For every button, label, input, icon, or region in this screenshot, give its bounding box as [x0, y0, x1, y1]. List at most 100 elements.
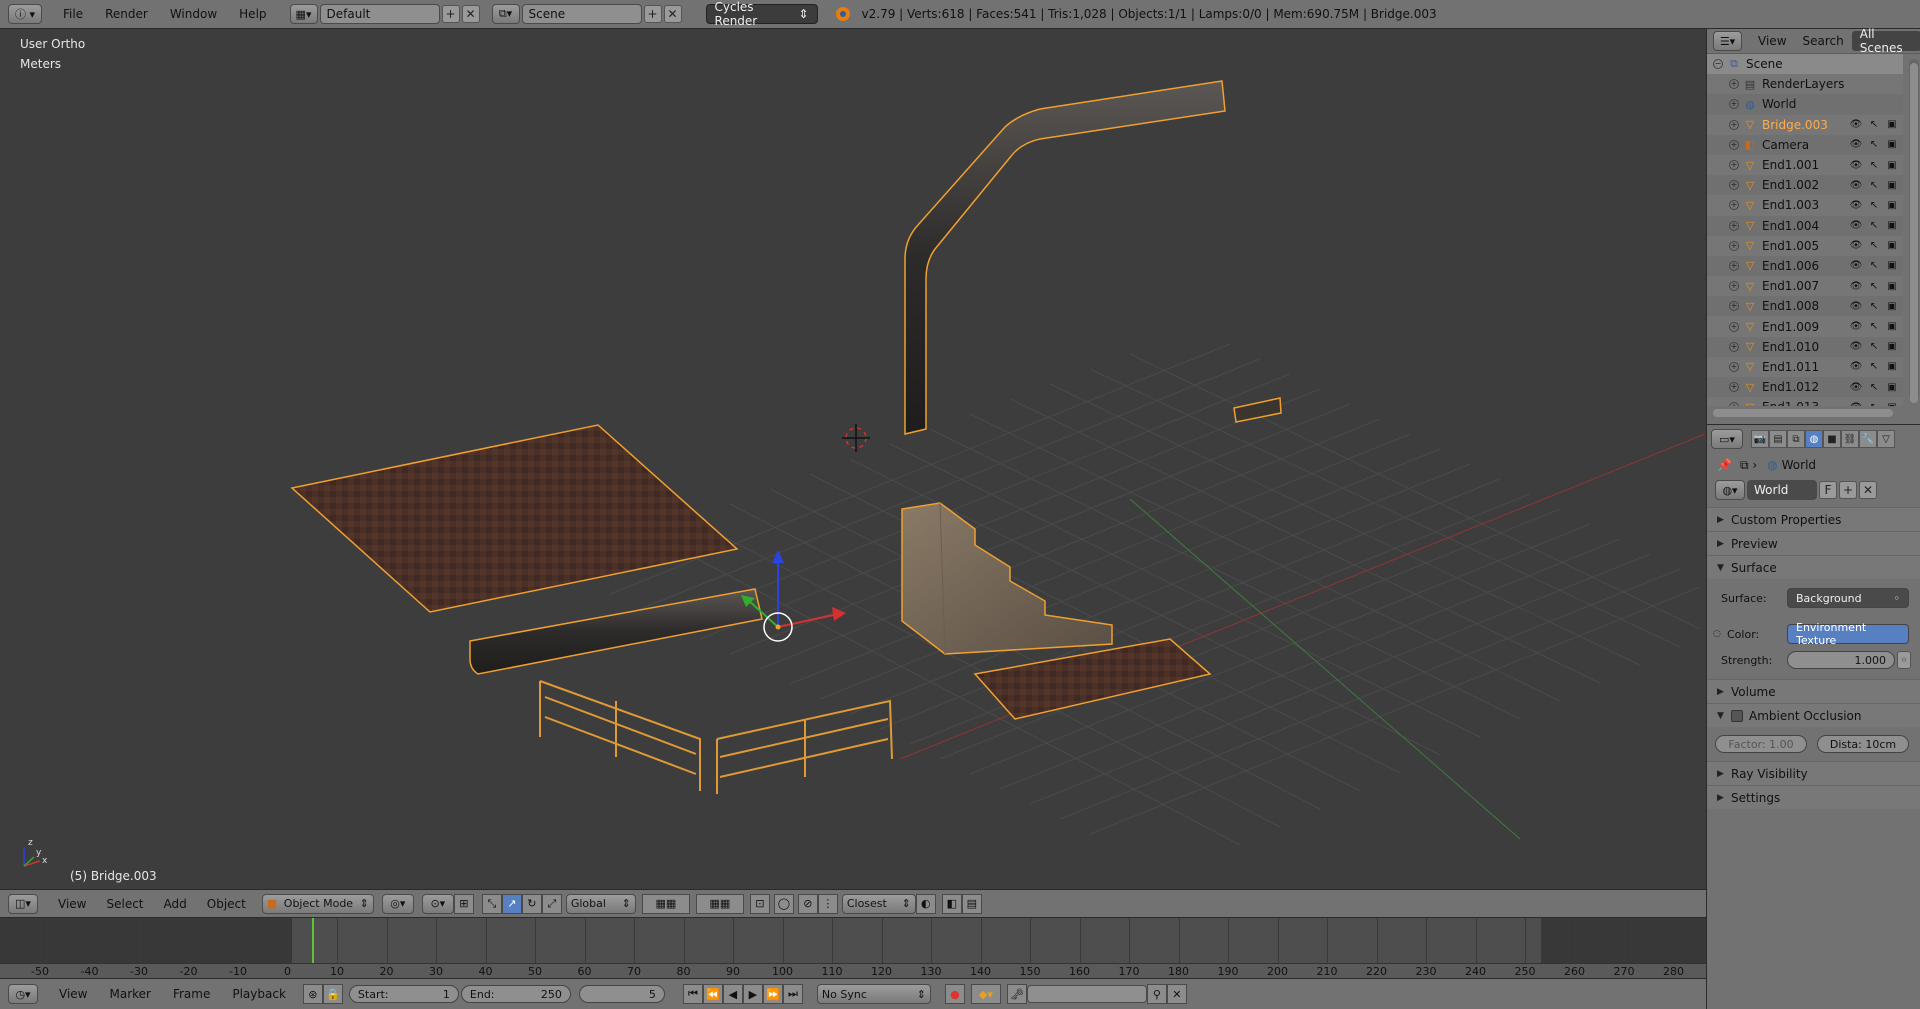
constraints-context-icon[interactable]: ⛓ [1841, 430, 1859, 448]
unlink-world-icon[interactable]: ✕ [1859, 481, 1877, 499]
eye-icon[interactable]: 👁 [1849, 321, 1863, 332]
world-context-icon[interactable]: ◍ [1805, 430, 1823, 448]
panel-preview[interactable]: ▶ Preview [1707, 531, 1920, 555]
menu-window[interactable]: Window [159, 7, 228, 21]
expand-toggle-icon[interactable]: + [1729, 301, 1739, 312]
insert-keyframe-icon[interactable]: ⚲ [1146, 984, 1167, 1004]
eye-icon[interactable]: 👁 [1849, 341, 1863, 352]
panel-surface[interactable]: ▼ Surface [1707, 555, 1920, 579]
menu-tl-view[interactable]: View [48, 987, 98, 1001]
outliner-item[interactable]: + ▽ End1.012 👁 ↖ ▣ [1707, 377, 1903, 398]
timeline-ruler[interactable]: -50 -40 -30 -20 -10 0 10 20 30 40 50 60 70 80 90 100 110… [0, 963, 1706, 978]
layout-icon[interactable]: ▦▾ [289, 4, 318, 24]
render-toggle-icon[interactable]: ▣ [1885, 382, 1899, 393]
menu-file[interactable]: File [52, 7, 94, 21]
panel-settings[interactable]: ▶ Settings [1707, 785, 1920, 809]
render-toggle-icon[interactable]: ▣ [1885, 341, 1899, 352]
ao-distance-slider[interactable]: Dista: 10cm [1817, 735, 1909, 753]
lock-range-icon[interactable]: 🔒 [322, 984, 343, 1004]
menu-frame[interactable]: Frame [162, 987, 221, 1001]
sync-dropdown[interactable]: No Sync ⇕ [816, 984, 931, 1004]
render-context-icon[interactable]: 📷 [1751, 430, 1769, 448]
outliner-item[interactable]: + ▽ End1.007 👁 ↖ ▣ [1707, 276, 1903, 297]
timeline[interactable]: -50 -40 -30 -20 -10 0 10 20 30 40 50 60 70 80 90 100 110… [0, 917, 1706, 978]
snap-align-icon[interactable]: ◐ [915, 893, 936, 914]
keyframe-type-icon[interactable]: ◆▾ [970, 984, 1001, 1004]
outliner-item[interactable]: + ▽ End1.008 👁 ↖ ▣ [1707, 296, 1903, 317]
render-toggle-icon[interactable]: ▣ [1885, 160, 1899, 171]
remove-layout-icon[interactable]: ✕ [461, 5, 480, 23]
expand-toggle-icon[interactable]: + [1729, 119, 1739, 130]
editor-type-outliner-button[interactable]: ☰▾ [1713, 31, 1743, 51]
scene-context-icon[interactable]: ⧉ [1787, 430, 1805, 448]
orientation-dropdown[interactable]: Global ⇕ [565, 893, 636, 914]
lock-camera-icon[interactable]: ⊡ [749, 893, 770, 914]
world-browse-button[interactable]: ◍▾ [1715, 480, 1745, 500]
scene-icon[interactable]: ⧉▾ [491, 4, 520, 24]
manipulator-toggle[interactable]: ⊞ [453, 893, 474, 914]
render-toggle-icon[interactable]: ▣ [1885, 200, 1899, 211]
render-anim-icon[interactable]: ▤ [961, 893, 982, 914]
cursor-select-icon[interactable]: ↖ [1867, 321, 1881, 332]
object-context-icon[interactable]: ■ [1823, 430, 1841, 448]
current-frame-field[interactable]: 5 [578, 985, 665, 1003]
outliner-display-mode[interactable]: All Scenes [1851, 27, 1920, 55]
expand-toggle-icon[interactable]: + [1729, 321, 1739, 332]
menu-add[interactable]: Add [154, 897, 197, 911]
outliner-item[interactable]: + ▽ Bridge.003 👁 ↖ ▣ [1707, 114, 1903, 135]
render-toggle-icon[interactable]: ▣ [1885, 240, 1899, 251]
strength-slider[interactable]: 1.000 [1787, 651, 1895, 669]
expand-toggle-icon[interactable]: + [1729, 200, 1739, 211]
jump-end-icon[interactable]: ⏭ [782, 984, 803, 1004]
eye-icon[interactable]: 👁 [1849, 240, 1863, 251]
expand-toggle-icon[interactable]: + [1729, 382, 1739, 393]
properties-editor[interactable]: ▭▾ 📷 ▤ ⧉ ◍ ■ ⛓ 🔧 ▽ 📌 ⧉ › ◍ World ◍▾ Worl… [1707, 424, 1920, 1009]
eye-icon[interactable]: 👁 [1849, 361, 1863, 372]
expand-toggle-icon[interactable]: + [1729, 139, 1739, 150]
render-toggle-icon[interactable]: ▣ [1885, 301, 1899, 312]
menu-playback[interactable]: Playback [221, 987, 297, 1001]
manip-translate-icon[interactable]: ⤡ [481, 893, 502, 914]
socket-dot-icon[interactable]: ◌ [1713, 629, 1721, 639]
current-frame-indicator[interactable] [312, 918, 315, 963]
editor-type-button[interactable]: ⓘ ▾ [8, 4, 42, 24]
snap-target-dropdown[interactable]: Closest ⇕ [841, 893, 916, 914]
color-node-button[interactable]: Environment Texture [1787, 621, 1909, 647]
outliner-item[interactable]: + ▽ End1.010 👁 ↖ ▣ [1707, 336, 1903, 357]
outliner-item[interactable]: + ▽ End1.001 👁 ↖ ▣ [1707, 154, 1903, 176]
new-world-icon[interactable]: + [1839, 481, 1857, 499]
fake-user-button[interactable]: F [1819, 481, 1837, 499]
outliner-item[interactable]: + ▽ End1.004 👁 ↖ ▣ [1707, 215, 1903, 236]
outliner[interactable]: ☰▾ View Search All Scenes − ⧉ Scene + ▤ Rende… [1707, 27, 1920, 424]
ao-factor-slider[interactable]: Factor: 1.00 [1715, 735, 1807, 753]
manip-rotate-icon[interactable]: ↻ [521, 893, 542, 914]
cursor-select-icon[interactable]: ↖ [1867, 200, 1881, 211]
shading-dropdown[interactable]: ◎▾ [381, 893, 414, 914]
menu-object[interactable]: Object [197, 897, 256, 911]
menu-help[interactable]: Help [228, 7, 277, 21]
panel-ray-visibility[interactable]: ▶ Ray Visibility [1707, 761, 1920, 785]
cursor-select-icon[interactable]: ↖ [1867, 240, 1881, 251]
outliner-tree[interactable]: − ⧉ Scene + ▤ RenderLayers + ◍ World + ▽ Bridge.003… [1707, 54, 1903, 406]
auto-keyframe-icon[interactable]: ● [944, 984, 965, 1004]
eye-icon[interactable]: 👁 [1849, 180, 1863, 191]
add-scene-icon[interactable]: + [643, 5, 662, 23]
data-context-icon[interactable]: ▽ [1877, 430, 1895, 448]
menu-render[interactable]: Render [94, 7, 159, 21]
menu-select[interactable]: Select [96, 897, 153, 911]
outliner-menu-search[interactable]: Search [1795, 31, 1852, 51]
cursor-select-icon[interactable]: ↖ [1867, 361, 1881, 372]
render-layers-context-icon[interactable]: ▤ [1769, 430, 1787, 448]
play-icon[interactable]: ▶ [742, 984, 763, 1004]
panel-custom-properties[interactable]: ▶ Custom Properties [1707, 507, 1920, 531]
outliner-item[interactable]: + ◧ Camera 👁 ↖ ▣ [1707, 134, 1903, 155]
outliner-menu-view[interactable]: View [1750, 31, 1794, 51]
proportional-edit-icon[interactable]: ◯ [773, 893, 794, 914]
layers-grid-icon[interactable]: ▦▦ [641, 893, 690, 914]
outliner-scrollbar[interactable] [1909, 59, 1919, 403]
eye-icon[interactable]: 👁 [1849, 402, 1863, 406]
eye-icon[interactable]: 👁 [1849, 382, 1863, 393]
cursor-select-icon[interactable]: ↖ [1867, 220, 1881, 231]
mode-dropdown[interactable]: ■ Object Mode ⇕ [261, 893, 374, 914]
cursor-select-icon[interactable]: ↖ [1867, 402, 1881, 406]
